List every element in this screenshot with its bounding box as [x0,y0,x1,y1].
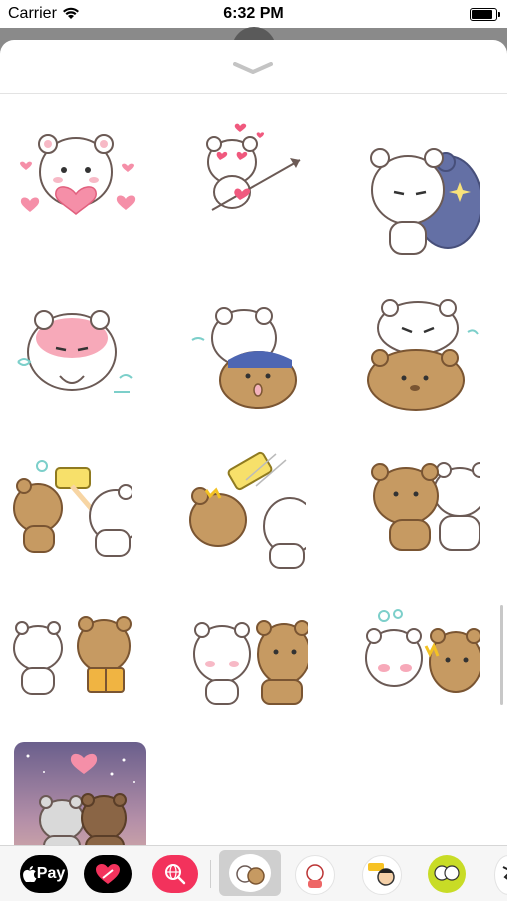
battery-icon [470,8,500,21]
sticker-sheet [0,40,507,900]
sticker-white-bear-hug-brown[interactable] [188,298,308,418]
character-app-icon [306,864,324,888]
partial-app-icon [502,866,507,880]
globe-search-icon [165,864,186,885]
sheet-divider [0,93,507,94]
sticker-white-bear-shadow[interactable] [360,140,483,260]
sticker-white-bear-lying-brown[interactable] [360,294,480,414]
sticker-app-3-button[interactable] [362,855,402,895]
sticker-app-2-button[interactable] [295,855,335,895]
drawer-separator [210,860,211,888]
apple-pay-label: Pay [36,865,66,882]
sticker-hammer-hit[interactable] [186,450,317,570]
heart-icon [96,864,120,884]
sticker-bears-cuddle[interactable] [360,452,488,572]
sticker-bears-angry[interactable] [360,606,483,726]
sticker-app-4-button[interactable] [428,855,466,893]
sticker-brown-bear-hammer[interactable] [12,452,143,572]
status-bar: Carrier 6:32 PM [0,0,507,28]
image-search-button[interactable] [152,855,198,893]
digital-touch-button[interactable] [84,855,132,893]
cartoon-app-icon [368,863,395,886]
apple-logo-icon [22,866,37,882]
apple-pay-button[interactable]: Pay [20,855,68,893]
chevron-down-icon[interactable] [233,62,273,74]
clock-time: 6:32 PM [223,5,284,22]
app-drawer: Pay [0,845,507,901]
sticker-bears-kiss[interactable] [188,608,311,728]
scroll-indicator[interactable] [500,605,503,705]
milk-mocha-stickers-app-selected[interactable] [219,850,281,896]
sticker-white-bear-blushing[interactable] [14,298,134,418]
sheep-app-icon [434,865,460,881]
sticker-white-bear-hearts[interactable] [16,112,136,232]
bears-app-icon [236,865,265,885]
sticker-app-5-button[interactable] [494,855,507,895]
sticker-bear-cupid-arrow[interactable] [190,112,310,232]
sticker-bears-book[interactable] [12,608,132,728]
